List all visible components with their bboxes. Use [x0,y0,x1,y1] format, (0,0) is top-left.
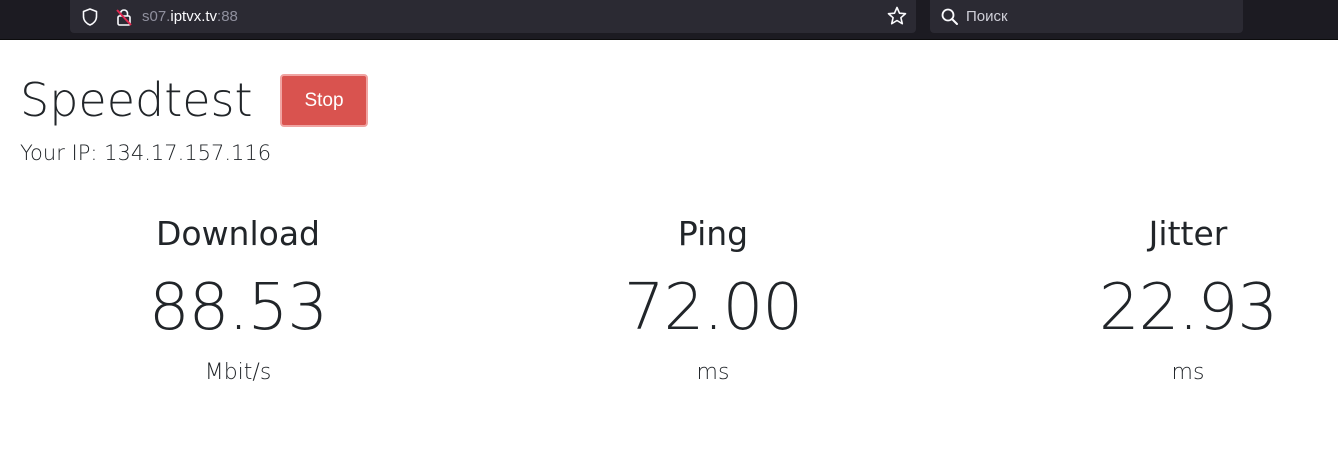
url-host: iptvx.tv [170,8,218,25]
metric-value: 22.93 [1098,271,1278,345]
metric-value: 72.00 [623,271,803,345]
address-bar[interactable]: s07.iptvx.tv:88 [70,0,916,33]
download-metric: Download 88.53 Mbit/s [78,212,398,388]
page-title: Speedtest [20,73,253,127]
metric-value: 88.53 [148,271,328,345]
url-prefix: s07. [142,8,171,25]
jitter-metric: Jitter 22.93 ms [1028,212,1338,388]
metric-label: Jitter [1148,214,1228,253]
stop-button[interactable]: Stop [280,74,368,127]
insecure-lock-icon[interactable] [114,7,134,27]
metric-label: Download [155,214,321,253]
ip-address: Your IP: 134.17.157.116 [20,141,272,165]
url-text[interactable]: s07.iptvx.tv:88 [142,8,238,25]
metric-unit: ms [1171,360,1205,385]
search-icon [940,7,960,27]
ping-metric: Ping 72.00 ms [553,212,873,388]
url-suffix: :88 [217,8,238,25]
search-bar[interactable] [930,0,1243,33]
shield-icon[interactable] [80,7,100,27]
metric-label: Ping [677,214,749,253]
metric-unit: Mbit/s [204,360,272,385]
bookmark-star-icon[interactable] [886,5,908,27]
browser-toolbar: s07.iptvx.tv:88 [0,0,1338,40]
metric-unit: ms [696,360,730,385]
search-input[interactable] [966,8,1226,25]
